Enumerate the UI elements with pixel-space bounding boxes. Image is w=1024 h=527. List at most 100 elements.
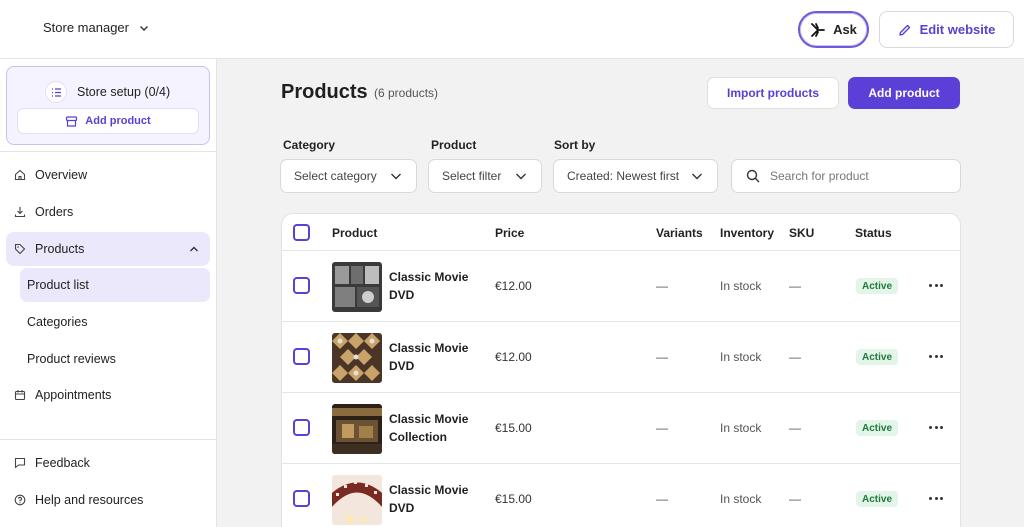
edit-website-button[interactable]: Edit website: [879, 11, 1014, 48]
ask-button[interactable]: Ask: [798, 11, 869, 48]
sidebar-subitem-label: Product list: [27, 278, 89, 292]
sidebar-item-label: Orders: [35, 205, 74, 219]
product-filter-label: Product: [431, 138, 477, 152]
product-inventory: In stock: [720, 492, 762, 506]
chevron-down-icon: [140, 25, 148, 31]
sidebar-item-label: Products: [35, 242, 85, 256]
sidebar-item-feedback[interactable]: Feedback: [6, 446, 210, 480]
product-sku: —: [789, 492, 801, 506]
tag-icon: [14, 243, 26, 255]
column-header-inventory[interactable]: Inventory: [720, 226, 774, 240]
sidebar-subitem-product-list[interactable]: Product list: [20, 268, 210, 302]
store-switcher[interactable]: Store manager: [43, 20, 149, 35]
sidebar-subitem-label: Categories: [27, 315, 88, 329]
product-filter-value: Select filter: [442, 169, 502, 183]
column-header-status[interactable]: Status: [855, 226, 892, 240]
table-row[interactable]: Classic Movie DVD €15.00 — In stock — Ac…: [282, 464, 960, 527]
sidebar-item-products[interactable]: Products: [6, 232, 210, 266]
product-search: [731, 159, 961, 193]
row-checkbox[interactable]: [293, 490, 310, 507]
table-row[interactable]: Classic Movie Collection €15.00 — In sto…: [282, 393, 960, 464]
chat-icon: [14, 457, 26, 469]
page-title: Products: [281, 81, 368, 103]
product-thumbnail: [332, 262, 382, 312]
product-sku: —: [789, 421, 801, 435]
sidebar: Store setup (0/4) Add product Overview O…: [0, 59, 217, 527]
product-name[interactable]: Classic Movie DVD: [389, 340, 484, 375]
add-product-button[interactable]: Add product: [848, 77, 960, 109]
more-actions-icon[interactable]: [927, 490, 945, 506]
store-setup-card: Store setup (0/4) Add product: [6, 66, 210, 145]
chevron-down-icon: [516, 173, 526, 180]
checklist-icon: [45, 81, 67, 103]
column-header-price[interactable]: Price: [495, 226, 524, 240]
product-sku: —: [789, 350, 801, 364]
product-variants: —: [656, 350, 668, 364]
sidebar-item-label: Help and resources: [35, 493, 144, 507]
sparkle-icon: [811, 22, 825, 37]
more-actions-icon[interactable]: [927, 348, 945, 364]
status-badge: Active: [856, 278, 899, 294]
column-header-sku[interactable]: SKU: [789, 226, 814, 240]
product-variants: —: [656, 421, 668, 435]
import-products-button[interactable]: Import products: [707, 77, 839, 109]
select-all-checkbox[interactable]: [293, 224, 310, 241]
sort-by-select[interactable]: Created: Newest first: [553, 159, 718, 193]
products-table: Product Price Variants Inventory SKU Sta…: [281, 213, 961, 527]
table-row[interactable]: Classic Movie DVD €12.00 — In stock — Ac…: [282, 322, 960, 393]
product-variants: —: [656, 492, 668, 506]
store-setup-label: Store setup (0/4): [77, 85, 171, 99]
sidebar-subitem-categories[interactable]: Categories: [20, 305, 210, 339]
sidebar-item-orders[interactable]: Orders: [6, 195, 210, 229]
setup-add-product-label: Add product: [85, 115, 151, 127]
sidebar-subitem-product-reviews[interactable]: Product reviews: [20, 342, 210, 376]
top-bar: Store manager Ask Edit website: [0, 0, 1024, 59]
setup-add-product-button[interactable]: Add product: [17, 108, 199, 134]
product-filter-select[interactable]: Select filter: [428, 159, 542, 193]
product-inventory: In stock: [720, 350, 762, 364]
product-name[interactable]: Classic Movie Collection: [389, 411, 484, 446]
product-price: €15.00: [495, 421, 532, 435]
download-icon: [14, 207, 26, 218]
sidebar-item-overview[interactable]: Overview: [6, 158, 210, 192]
search-icon: [746, 169, 760, 183]
edit-website-label: Edit website: [919, 22, 996, 37]
sidebar-item-label: Overview: [35, 168, 88, 182]
product-name[interactable]: Classic Movie DVD: [389, 269, 484, 304]
store-setup-title[interactable]: Store setup (0/4): [45, 81, 170, 103]
status-badge: Active: [856, 420, 899, 436]
category-filter-label: Category: [283, 138, 336, 152]
sort-by-value: Created: Newest first: [567, 169, 680, 183]
product-price: €12.00: [495, 350, 532, 364]
pencil-icon: [898, 24, 910, 36]
product-thumbnail: [332, 404, 382, 454]
sort-by-label: Sort by: [554, 138, 596, 152]
search-input[interactable]: [770, 169, 940, 183]
product-name[interactable]: Classic Movie DVD: [389, 482, 484, 517]
column-header-variants[interactable]: Variants: [656, 226, 703, 240]
product-thumbnail: [332, 475, 382, 525]
table-row[interactable]: Classic Movie DVD €12.00 — In stock — Ac…: [282, 251, 960, 322]
product-price: €15.00: [495, 492, 532, 506]
column-header-product[interactable]: Product: [332, 226, 377, 240]
product-sku: —: [789, 279, 801, 293]
product-price: €12.00: [495, 279, 532, 293]
row-checkbox[interactable]: [293, 419, 310, 436]
sidebar-item-appointments[interactable]: Appointments: [6, 378, 210, 412]
store-icon: [66, 115, 78, 127]
row-checkbox[interactable]: [293, 348, 310, 365]
sidebar-subitem-label: Product reviews: [27, 352, 116, 366]
sidebar-item-label: Appointments: [35, 388, 112, 402]
product-inventory: In stock: [720, 421, 762, 435]
help-icon: [14, 494, 26, 506]
product-count: (6 products): [374, 86, 439, 100]
row-checkbox[interactable]: [293, 277, 310, 294]
more-actions-icon[interactable]: [927, 419, 945, 435]
category-select[interactable]: Select category: [280, 159, 417, 193]
calendar-icon: [14, 390, 26, 401]
sidebar-item-help[interactable]: Help and resources: [6, 483, 210, 517]
more-actions-icon[interactable]: [927, 277, 945, 293]
chevron-up-icon[interactable]: [188, 243, 200, 255]
sidebar-item-label: Feedback: [35, 456, 90, 470]
product-inventory: In stock: [720, 279, 762, 293]
